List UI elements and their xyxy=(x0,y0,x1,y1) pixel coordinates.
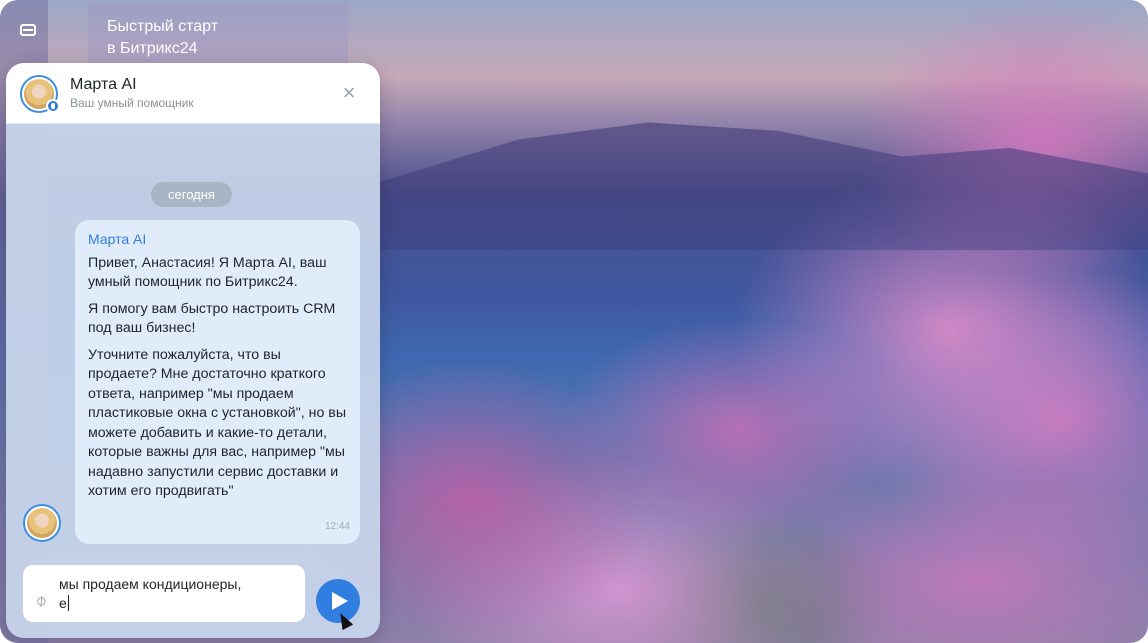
assistant-message: Марта AI Привет, Анастасия! Я Марта AI, … xyxy=(75,220,360,544)
chat-subtitle: Ваш умный помощник xyxy=(70,96,194,110)
attach-icon[interactable]: ⌀ xyxy=(32,589,53,610)
microphone-icon xyxy=(46,99,60,113)
message-avatar xyxy=(23,504,61,542)
chat-panel: Марта AI Ваш умный помощник × сегодня Ма… xyxy=(6,63,380,638)
message-input[interactable]: ⌀ мы продаем кондиционеры, е xyxy=(23,565,305,622)
message-time: 12:44 xyxy=(324,520,350,532)
background-mountain xyxy=(380,122,1148,250)
chat-title: Марта AI xyxy=(70,76,137,93)
message-sender: Марта AI xyxy=(88,231,147,247)
inbox-icon[interactable] xyxy=(20,24,36,36)
date-separator: сегодня xyxy=(151,182,232,207)
quick-start-line1: Быстрый старт xyxy=(107,18,219,35)
message-paragraph: Уточните пожалуйста, что вы продаете? Мн… xyxy=(88,346,347,500)
quick-start-line2: в Битрикс24 xyxy=(107,40,198,57)
close-icon[interactable]: × xyxy=(337,81,361,105)
message-paragraph: Привет, Анастасия! Я Марта AI, ваш умный… xyxy=(88,254,327,291)
message-input-value: мы продаем кондиционеры, е xyxy=(59,576,242,611)
desktop-background: Быстрый старт в Битрикс24 Марта AI Ваш у… xyxy=(0,0,1148,643)
message-paragraph: Я помогу вам быстро настроить CRM под ва… xyxy=(88,300,336,337)
quick-start-card[interactable]: Быстрый старт в Битрикс24 xyxy=(88,2,348,72)
message-input-text[interactable]: мы продаем кондиционеры, е xyxy=(59,575,295,613)
text-caret xyxy=(67,595,69,611)
chat-header: Марта AI Ваш умный помощник × xyxy=(6,63,380,124)
